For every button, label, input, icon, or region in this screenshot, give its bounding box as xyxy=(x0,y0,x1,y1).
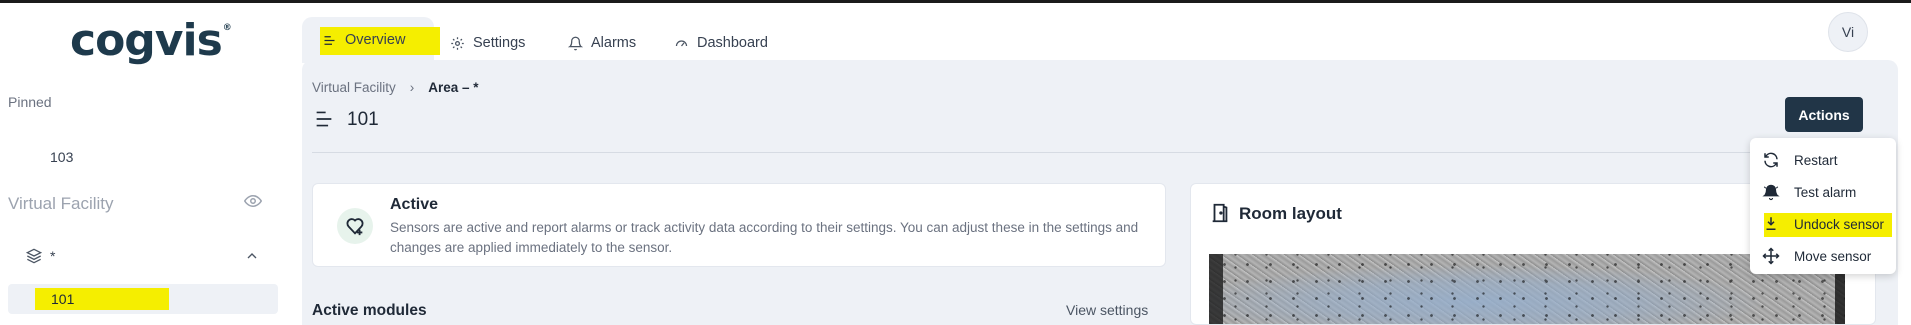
status-title: Active xyxy=(390,196,439,213)
refresh-icon xyxy=(1764,152,1778,168)
tab-label: Overview xyxy=(345,32,406,48)
heart-plus-icon xyxy=(346,218,364,236)
layers-icon xyxy=(26,248,42,264)
image-edge-left xyxy=(1209,254,1223,324)
menu-item-label: Move sensor xyxy=(1794,248,1872,264)
breadcrumb-separator: › xyxy=(409,80,415,95)
view-settings-link[interactable]: View settings xyxy=(1066,302,1148,318)
menu-item-restart[interactable]: Restart xyxy=(1750,144,1896,176)
sidebar-group-label[interactable]: * xyxy=(50,248,55,264)
tab-dashboard[interactable]: Dashboard xyxy=(674,25,768,61)
sidebar-item-label: 101 xyxy=(51,291,75,307)
menu-item-test-alarm[interactable]: Test alarm xyxy=(1750,176,1896,208)
door-icon xyxy=(1212,203,1228,223)
actions-button[interactable]: Actions xyxy=(1785,97,1863,132)
bell-icon xyxy=(568,36,583,50)
sidebar: cogvis® xyxy=(0,3,280,325)
menu-item-move-sensor[interactable]: Move sensor xyxy=(1750,240,1896,272)
tab-alarms[interactable]: Alarms xyxy=(568,25,636,61)
sidebar-item-101[interactable]: 101 xyxy=(8,284,278,314)
eye-icon[interactable] xyxy=(244,192,262,210)
room-layout-title: Room layout xyxy=(1239,204,1342,223)
menu-lines-icon xyxy=(316,111,332,127)
tab-label: Alarms xyxy=(591,35,637,51)
menu-item-undock-sensor[interactable]: Undock sensor xyxy=(1750,208,1896,240)
actions-menu: Restart Test alarm Undock sensor Move se… xyxy=(1750,138,1896,274)
divider xyxy=(312,152,1864,153)
gauge-icon xyxy=(675,39,688,46)
breadcrumb-current: Area – * xyxy=(428,80,479,95)
status-description: Sensors are active and report alarms or … xyxy=(390,220,1139,255)
avatar[interactable]: Vi xyxy=(1828,12,1868,52)
status-icon-badge xyxy=(337,208,373,244)
undock-icon xyxy=(1766,217,1776,230)
menu-item-label: Restart xyxy=(1794,152,1838,168)
modules-heading: Active modules xyxy=(312,302,427,319)
gear-icon xyxy=(451,36,464,50)
tab-label: Dashboard xyxy=(697,35,768,51)
menu-item-label: Undock sensor xyxy=(1794,216,1885,232)
chevron-up-icon[interactable] xyxy=(244,248,260,264)
menu-lines-icon xyxy=(324,35,335,45)
breadcrumb-root[interactable]: Virtual Facility xyxy=(312,80,396,95)
tab-overview[interactable]: Overview xyxy=(302,17,440,63)
tab-bar: Overview Settings Alarms Dashboard xyxy=(280,3,1911,63)
alarm-bell-icon xyxy=(1762,184,1780,200)
facility-label[interactable]: Virtual Facility xyxy=(8,194,114,214)
status-card: Active Sensors are active and report ala… xyxy=(312,183,1166,267)
menu-item-label: Test alarm xyxy=(1794,184,1857,200)
sidebar-item-pinned-103[interactable]: 103 xyxy=(50,149,73,165)
tab-label: Settings xyxy=(473,35,526,51)
page-title: 101 xyxy=(347,109,379,130)
breadcrumb: Virtual Facility › Area – * xyxy=(312,80,479,95)
tab-settings[interactable]: Settings xyxy=(450,25,525,61)
brand-logo[interactable]: cogvis® xyxy=(70,15,232,66)
pinned-section-label: Pinned xyxy=(8,94,52,110)
move-icon xyxy=(1762,247,1780,265)
